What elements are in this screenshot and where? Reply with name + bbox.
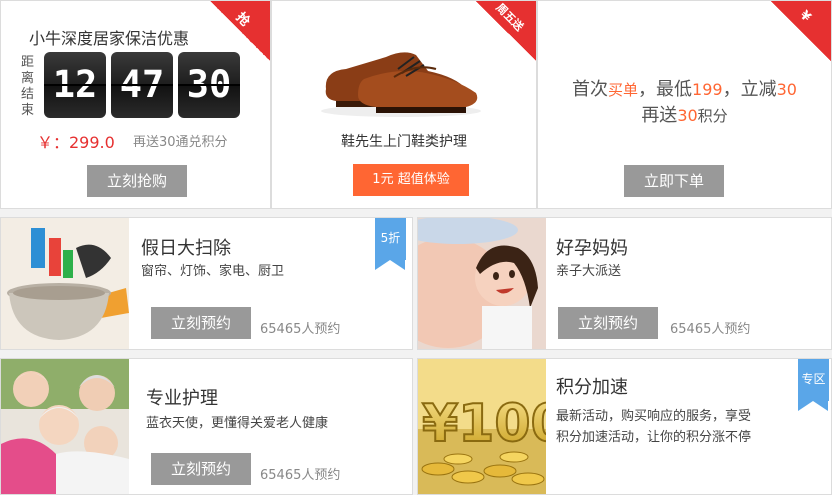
bonus-text: 再送30通兑积分 — [133, 135, 228, 150]
card-subtitle: 窗帘、灯饰、家电、厨卫 — [141, 264, 285, 279]
card-description-line-1: 最新活动，购买响应的服务，享受 — [556, 409, 752, 424]
first-order-card: ¥ 首次买单，最低199，立减30 再送30积分 立即下单 — [537, 0, 832, 209]
booking-count: 65465人预约 — [260, 468, 341, 483]
gold-coins-image: ¥100 — [418, 359, 546, 494]
promo-line-1: 首次买单，最低199，立减30 — [572, 79, 797, 100]
shoe-image — [321, 52, 481, 117]
maternity-card: 好孕妈妈 亲子大派送 立刻预约 65465人预约 — [417, 217, 832, 350]
grab-button[interactable]: 立刻抢购 — [87, 165, 187, 197]
trial-button[interactable]: 1元 超值体验 — [353, 164, 469, 196]
ribbon-label: 抢 — [232, 10, 253, 30]
card-title: 小牛深度居家保洁优惠 — [29, 29, 190, 48]
card-title: 专业护理 — [146, 388, 218, 409]
countdown-minutes: 47 — [111, 52, 173, 118]
price: ￥：299.0 — [37, 133, 115, 152]
discount-tag: 5折 — [375, 218, 406, 270]
card-title: 积分加速 — [556, 377, 628, 398]
book-button[interactable]: 立刻预约 — [151, 307, 251, 339]
card-description-line-2: 积分加速活动，让你的积分涨不停 — [556, 430, 752, 445]
card-title: 好孕妈妈 — [556, 238, 628, 259]
countdown-label: 距离结束 — [21, 55, 35, 118]
order-button[interactable]: 立即下单 — [624, 165, 724, 197]
flash-sale-card: 抢 小牛深度居家保洁优惠 距离结束 12 47 30 ￥：299.0 再送30通… — [0, 0, 271, 209]
cleaning-supplies-image — [1, 218, 129, 349]
card-subtitle: 亲子大派送 — [556, 264, 622, 279]
book-button[interactable]: 立刻预约 — [151, 453, 251, 485]
booking-count: 65465人预约 — [260, 322, 341, 337]
zone-tag: 专区 — [798, 359, 829, 411]
mother-child-image — [418, 218, 546, 349]
elderly-care-card: 专业护理 蓝衣天使，更懂得关爱老人健康 立刻预约 65465人预约 — [0, 358, 413, 495]
booking-count: 65465人预约 — [670, 322, 751, 337]
shoe-care-card: 周五送 鞋先生上门鞋类护理 1元 超值体验 — [271, 0, 537, 209]
svg-text:¥100: ¥100 — [422, 394, 546, 454]
cleaning-card: 假日大扫除 窗帘、灯饰、家电、厨卫 5折 立刻预约 65465人预约 — [0, 217, 413, 350]
ribbon-label: ¥ — [796, 7, 814, 25]
card-title: 鞋先生上门鞋类护理 — [341, 134, 467, 150]
card-title: 假日大扫除 — [141, 238, 231, 259]
elderly-people-image — [1, 359, 129, 494]
ribbon-label: 周五送 — [493, 1, 526, 34]
countdown-seconds: 30 — [178, 52, 240, 118]
countdown-hours: 12 — [44, 52, 106, 118]
promo-line-2: 再送30积分 — [641, 105, 728, 126]
card-subtitle: 蓝衣天使，更懂得关爱老人健康 — [146, 416, 329, 431]
ribbon: ¥ — [771, 1, 831, 61]
book-button[interactable]: 立刻预约 — [558, 307, 658, 339]
points-boost-card: ¥100 积分加速 最新活动，购买响应的服务，享受 积分加速活动，让你的积分涨不… — [417, 358, 832, 495]
